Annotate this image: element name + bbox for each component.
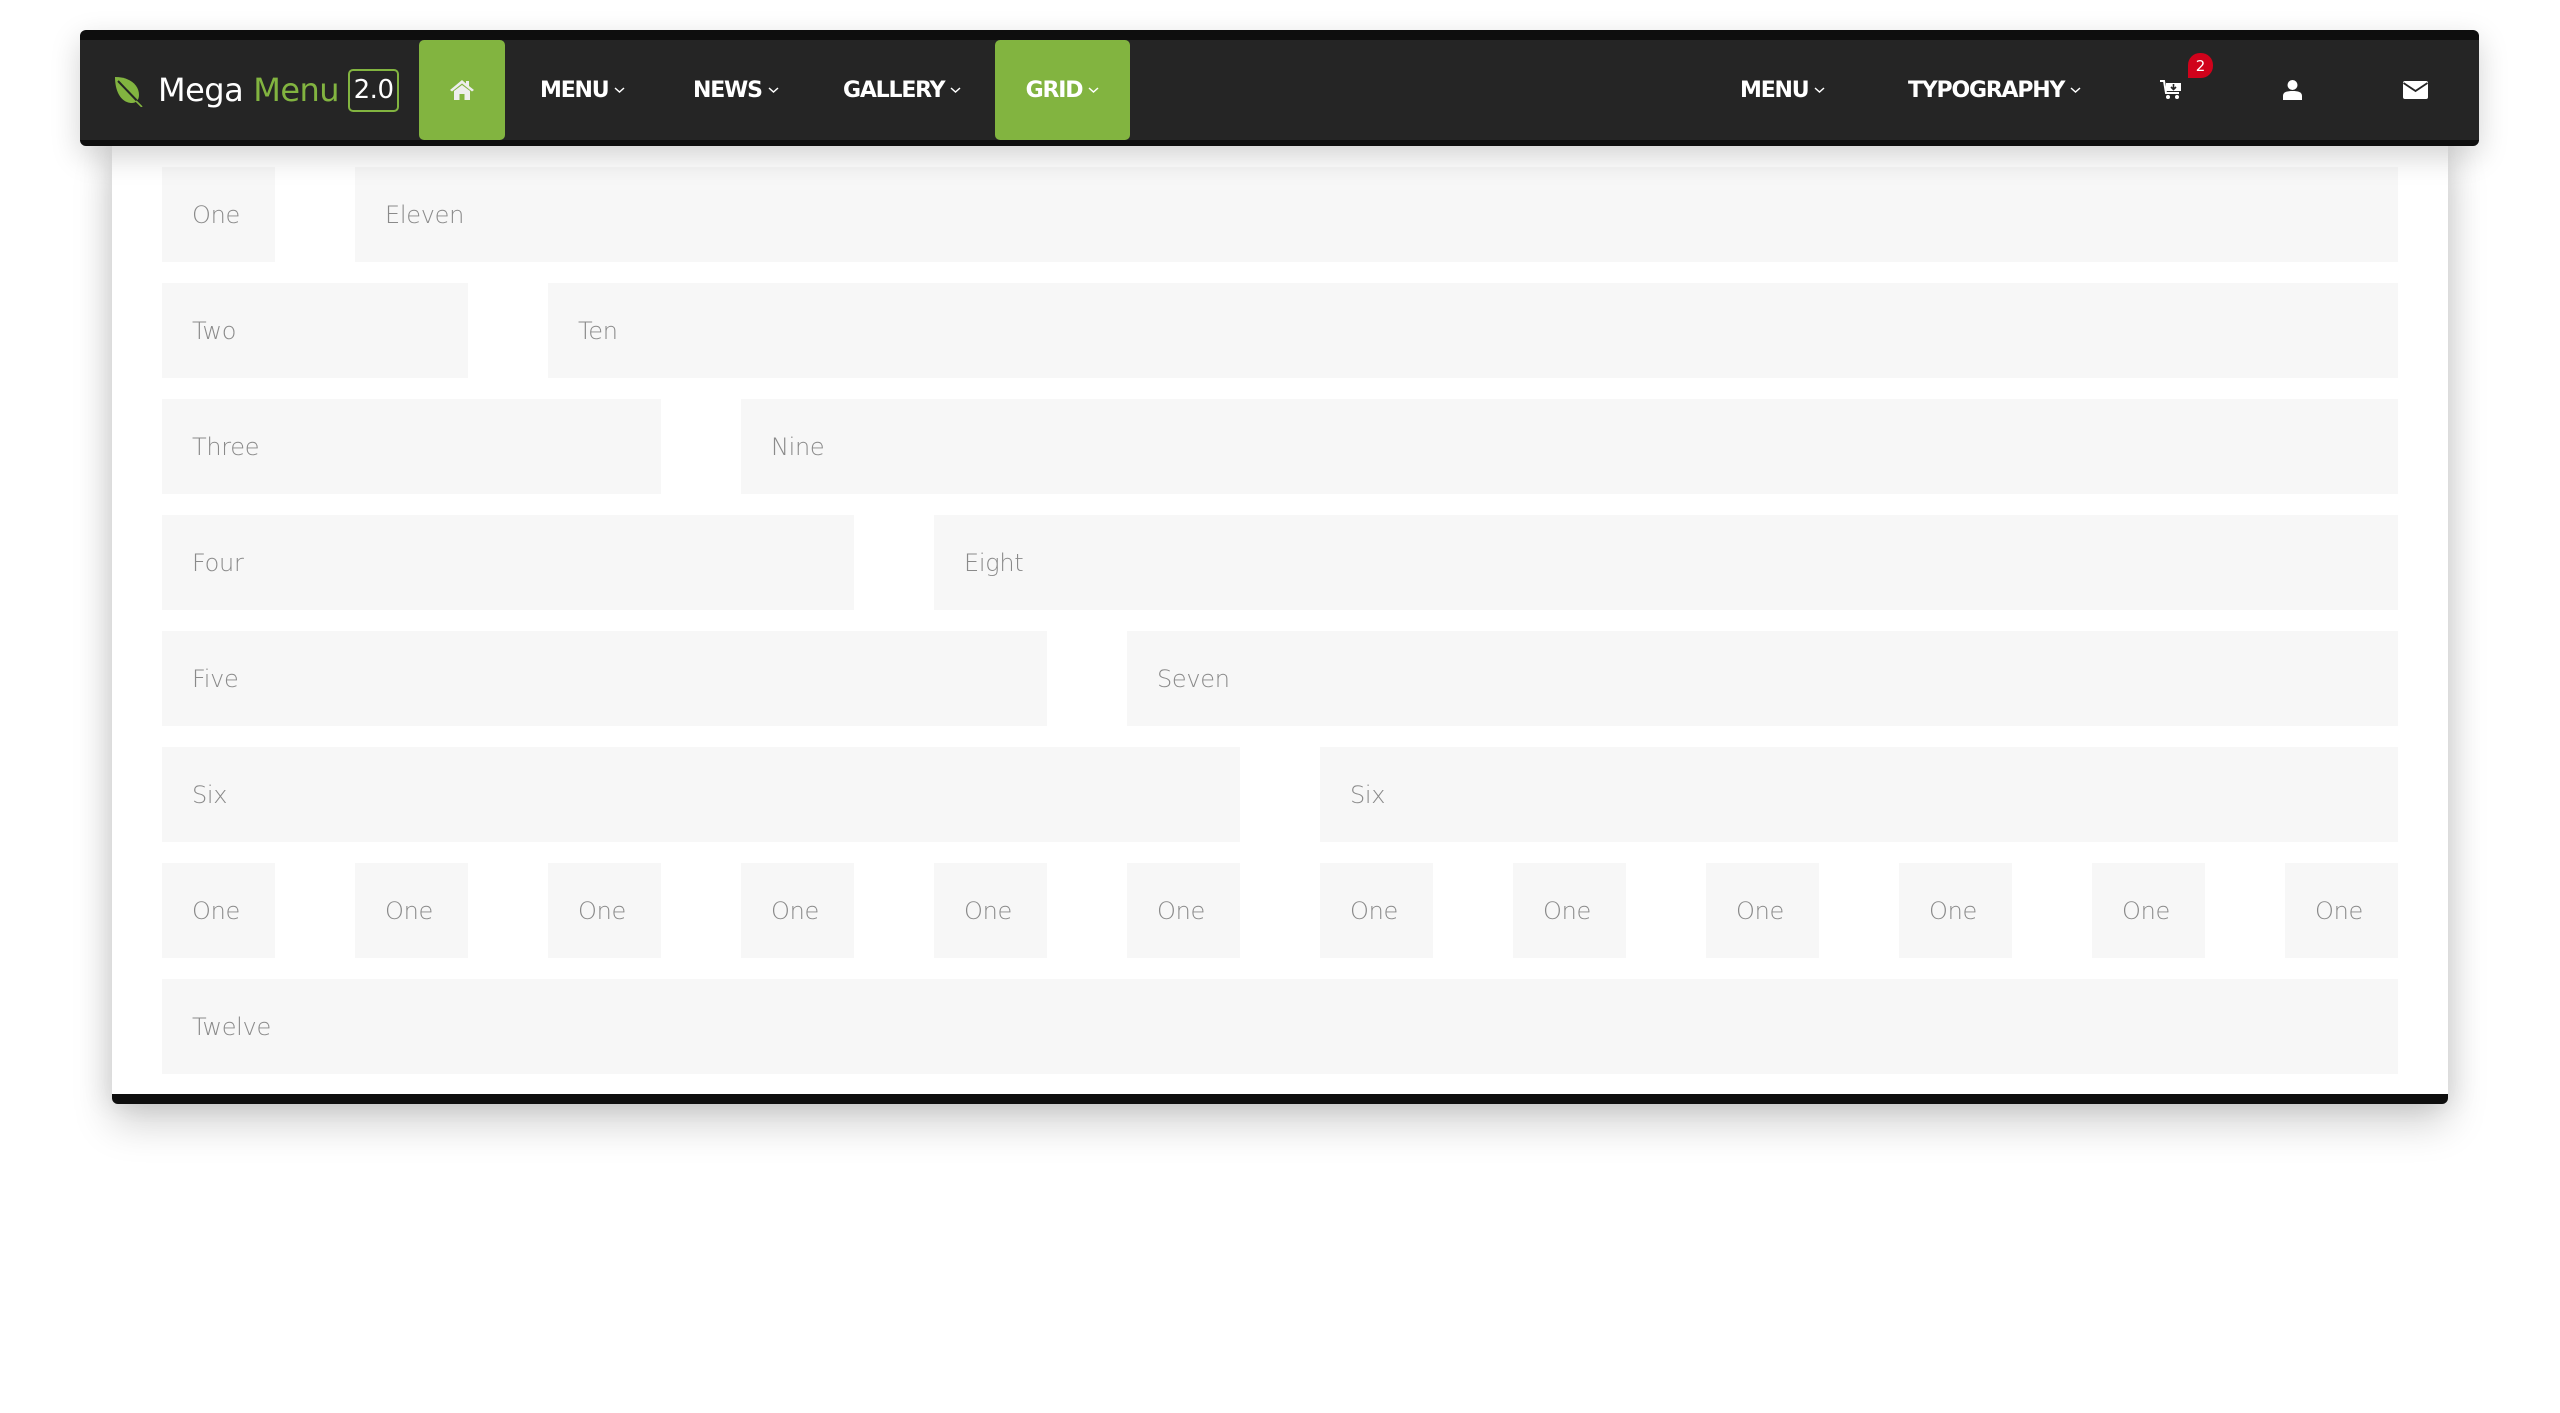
version-badge: 2.0 bbox=[348, 68, 400, 112]
brand-logo[interactable]: Mega Menu 2.0 bbox=[112, 40, 400, 140]
nav-item-menu[interactable]: MENU bbox=[540, 40, 625, 140]
nav-item-grid[interactable]: GRID bbox=[995, 40, 1130, 140]
envelope-icon bbox=[2402, 81, 2428, 99]
grid-row: Four Eight bbox=[162, 515, 2398, 610]
grid-cell: One bbox=[2285, 863, 2398, 958]
grid-cell: One bbox=[548, 863, 661, 958]
grid-row: One Eleven bbox=[162, 167, 2398, 262]
grid-row: Twelve bbox=[162, 979, 2398, 1074]
grid-cell: Eleven bbox=[355, 167, 2398, 262]
grid-cell: One bbox=[741, 863, 854, 958]
grid-cell: Nine bbox=[741, 399, 2398, 494]
nav-item-label: NEWS bbox=[693, 77, 763, 103]
grid-cell: Five bbox=[162, 631, 1047, 726]
grid-cell: Two bbox=[162, 283, 468, 378]
mail-button[interactable] bbox=[2385, 40, 2445, 140]
nav-item-label: GALLERY bbox=[843, 77, 946, 103]
user-button[interactable] bbox=[2262, 40, 2322, 140]
grid-cell: One bbox=[355, 863, 468, 958]
grid-cell: Six bbox=[162, 747, 1240, 842]
nav-item-typography[interactable]: TYPOGRAPHY bbox=[1908, 40, 2081, 140]
chevron-down-icon bbox=[768, 87, 779, 94]
nav-item-label: GRID bbox=[1025, 77, 1084, 103]
nav-item-label: MENU bbox=[1740, 77, 1810, 103]
nav-item-label: MENU bbox=[540, 77, 610, 103]
grid-cell: One bbox=[2092, 863, 2205, 958]
grid-cell: One bbox=[162, 863, 275, 958]
grid-cell: One bbox=[934, 863, 1047, 958]
chevron-down-icon bbox=[1814, 87, 1825, 94]
grid-row: Two Ten bbox=[162, 283, 2398, 378]
grid-row: Six Six bbox=[162, 747, 2398, 842]
nav-item-news[interactable]: NEWS bbox=[693, 40, 779, 140]
grid-cell: Three bbox=[162, 399, 661, 494]
cart-icon bbox=[2160, 80, 2181, 99]
grid-cell: One bbox=[1513, 863, 1626, 958]
chevron-down-icon bbox=[950, 87, 961, 94]
chevron-down-icon bbox=[614, 87, 625, 94]
chevron-down-icon bbox=[2070, 87, 2081, 94]
grid-cell: One bbox=[1899, 863, 2012, 958]
leaf-icon bbox=[115, 77, 143, 107]
nav-home-button[interactable] bbox=[419, 40, 505, 140]
cart-count-badge: 2 bbox=[2188, 53, 2213, 78]
grid-row: One One One One One One One One One One One One bbox=[162, 863, 2398, 958]
grid-cell: One bbox=[1127, 863, 1240, 958]
grid-row: Five Seven bbox=[162, 631, 2398, 726]
grid-cell: One bbox=[162, 167, 275, 262]
grid-cell: One bbox=[1320, 863, 1433, 958]
nav-item-menu-right[interactable]: MENU bbox=[1740, 40, 1825, 140]
chevron-down-icon bbox=[1088, 87, 1099, 94]
nav-item-gallery[interactable]: GALLERY bbox=[843, 40, 961, 140]
user-icon bbox=[2282, 80, 2302, 100]
grid-row: Three Nine bbox=[162, 399, 2398, 494]
grid-cell: Twelve bbox=[162, 979, 2398, 1074]
grid-cell: Eight bbox=[934, 515, 2398, 610]
home-icon bbox=[450, 80, 474, 100]
brand-name-menu: Menu bbox=[253, 71, 340, 109]
nav-item-label: TYPOGRAPHY bbox=[1908, 77, 2065, 103]
grid-cell: Six bbox=[1320, 747, 2398, 842]
grid-cell: Seven bbox=[1127, 631, 2398, 726]
grid-dropdown-panel: One Eleven Two Ten Three Nine Four Eight Five Sev… bbox=[112, 140, 2448, 1104]
grid-cell: One bbox=[1706, 863, 1819, 958]
navbar: Mega Menu 2.0 MENU NEWS GALLERY GRID MEN… bbox=[80, 30, 2479, 146]
brand-name-mega: Mega bbox=[158, 71, 244, 109]
grid-cell: Ten bbox=[548, 283, 2398, 378]
grid-cell: Four bbox=[162, 515, 854, 610]
